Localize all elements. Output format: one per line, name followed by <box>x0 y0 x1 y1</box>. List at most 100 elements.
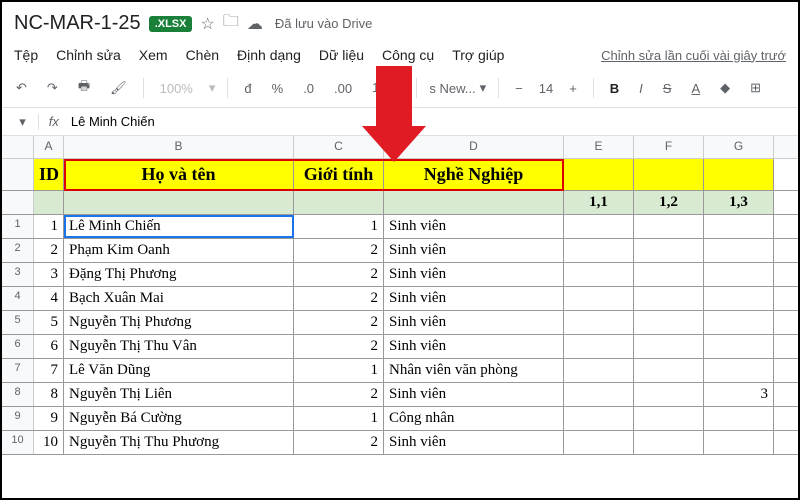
cell-name[interactable]: Nguyễn Thị Phương <box>64 311 294 334</box>
print-icon[interactable]: 🖶 <box>74 75 94 101</box>
font-size-dec[interactable]: − <box>511 79 527 98</box>
cell-f[interactable] <box>634 383 704 406</box>
row-num[interactable] <box>2 159 34 190</box>
cell-g[interactable]: 3 <box>704 383 774 406</box>
cell-id[interactable]: 8 <box>34 383 64 406</box>
cell-g[interactable] <box>704 407 774 430</box>
cell-f[interactable] <box>634 215 704 238</box>
cell-f[interactable] <box>634 335 704 358</box>
cell-id[interactable]: 1 <box>34 215 64 238</box>
cell-g[interactable] <box>704 215 774 238</box>
menu-insert[interactable]: Chèn <box>186 47 219 63</box>
cell-gender[interactable]: 2 <box>294 287 384 310</box>
star-icon[interactable]: ☆ <box>200 14 214 34</box>
cell-f[interactable] <box>634 407 704 430</box>
cell-e[interactable] <box>564 431 634 454</box>
col-b[interactable]: B <box>64 136 294 158</box>
row-num[interactable]: 6 <box>2 335 34 358</box>
cell-gender[interactable]: 2 <box>294 335 384 358</box>
cell-id[interactable]: 3 <box>34 263 64 286</box>
cell-g[interactable] <box>704 263 774 286</box>
cell-gender[interactable]: 1 <box>294 407 384 430</box>
cell-e[interactable] <box>564 359 634 382</box>
menu-format[interactable]: Định dạng <box>237 47 301 63</box>
menu-edit[interactable]: Chỉnh sửa <box>56 47 121 63</box>
percent-btn[interactable]: % <box>268 79 288 98</box>
cell-f[interactable] <box>634 359 704 382</box>
doc-title[interactable]: NC-MAR-1-25 <box>14 12 141 35</box>
cell-gender[interactable]: 2 <box>294 239 384 262</box>
cell-job[interactable]: Sinh viên <box>384 383 564 406</box>
currency-btn[interactable]: đ <box>240 79 255 98</box>
cell-name[interactable]: Đặng Thị Phương <box>64 263 294 286</box>
cell-id[interactable]: 2 <box>34 239 64 262</box>
col-d[interactable]: D <box>384 136 564 158</box>
cell-id[interactable]: 5 <box>34 311 64 334</box>
cell-f[interactable] <box>634 287 704 310</box>
row-num[interactable]: 2 <box>2 239 34 262</box>
row-num[interactable]: 3 <box>2 263 34 286</box>
dec-inc-btn[interactable]: .00 <box>330 79 356 98</box>
hdr-f[interactable] <box>634 159 704 190</box>
cell-e[interactable] <box>564 383 634 406</box>
cell-gender[interactable]: 1 <box>294 215 384 238</box>
cell-gender[interactable]: 1 <box>294 359 384 382</box>
cell-e[interactable] <box>564 407 634 430</box>
num-fmt-btn[interactable]: 123▾ <box>368 78 404 98</box>
zoom-select[interactable]: 100% <box>156 79 197 98</box>
row-num[interactable]: 7 <box>2 359 34 382</box>
cell-gender[interactable]: 2 <box>294 311 384 334</box>
menu-help[interactable]: Trợ giúp <box>452 47 504 63</box>
cell-job[interactable]: Sinh viên <box>384 239 564 262</box>
hdr-job[interactable]: Nghề Nghiệp <box>384 159 564 190</box>
font-size[interactable]: 14 <box>539 81 553 96</box>
font-size-inc[interactable]: + <box>565 79 581 98</box>
col-f[interactable]: F <box>634 136 704 158</box>
cell-f[interactable] <box>634 431 704 454</box>
menu-file[interactable]: Tệp <box>14 47 38 63</box>
redo-icon[interactable]: ↷ <box>43 78 62 98</box>
cell-job[interactable]: Công nhân <box>384 407 564 430</box>
cell-job[interactable]: Nhân viên văn phòng <box>384 359 564 382</box>
cell-id[interactable]: 10 <box>34 431 64 454</box>
cell-name[interactable]: Bạch Xuân Mai <box>64 287 294 310</box>
cloud-icon[interactable]: ☁ <box>247 14 263 34</box>
menu-tools[interactable]: Công cụ <box>382 47 434 63</box>
menu-view[interactable]: Xem <box>139 47 168 63</box>
cell-g[interactable] <box>704 335 774 358</box>
move-icon[interactable]: 🗀 <box>223 10 239 37</box>
strike-btn[interactable]: S <box>659 79 676 98</box>
sub-g[interactable]: 1,3 <box>704 191 774 214</box>
undo-icon[interactable]: ↶ <box>12 78 31 98</box>
cell-id[interactable]: 4 <box>34 287 64 310</box>
row-num[interactable]: 10 <box>2 431 34 454</box>
cell-id[interactable]: 9 <box>34 407 64 430</box>
cell-gender[interactable]: 2 <box>294 431 384 454</box>
fill-color-btn[interactable]: ◆ <box>716 78 734 98</box>
col-c[interactable]: C <box>294 136 384 158</box>
hdr-e[interactable] <box>564 159 634 190</box>
dec-dec-btn[interactable]: .0 <box>299 79 318 98</box>
row-num[interactable]: 5 <box>2 311 34 334</box>
select-all-corner[interactable] <box>2 136 34 158</box>
cell-g[interactable] <box>704 431 774 454</box>
cell-job[interactable]: Sinh viên <box>384 311 564 334</box>
cell-name[interactable]: Nguyễn Bá Cường <box>64 407 294 430</box>
cell-e[interactable] <box>564 335 634 358</box>
menu-data[interactable]: Dữ liệu <box>319 47 364 63</box>
cell-name[interactable]: Nguyễn Thị Thu Vân <box>64 335 294 358</box>
cell-f[interactable] <box>634 263 704 286</box>
cell-job[interactable]: Sinh viên <box>384 335 564 358</box>
paint-icon[interactable]: 🖌 <box>106 78 131 98</box>
cell-id[interactable]: 7 <box>34 359 64 382</box>
bold-btn[interactable]: B <box>606 79 623 98</box>
col-e[interactable]: E <box>564 136 634 158</box>
cell-g[interactable] <box>704 359 774 382</box>
sub-e[interactable]: 1,1 <box>564 191 634 214</box>
hdr-name[interactable]: Họ và tên <box>64 159 294 190</box>
cell-f[interactable] <box>634 239 704 262</box>
cell-g[interactable] <box>704 287 774 310</box>
cell-name[interactable]: Phạm Kim Oanh <box>64 239 294 262</box>
cell-f[interactable] <box>634 311 704 334</box>
cell-e[interactable] <box>564 287 634 310</box>
